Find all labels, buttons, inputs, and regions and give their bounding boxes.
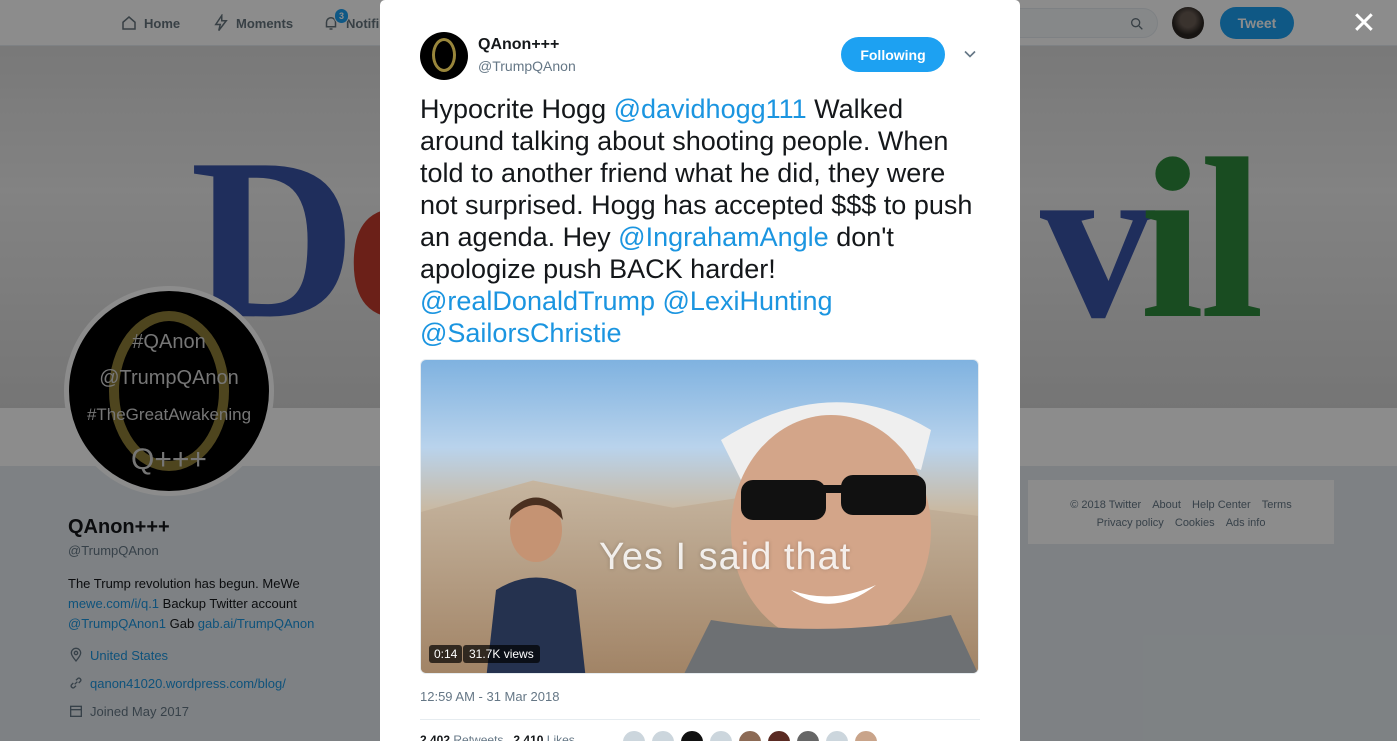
mention-link[interactable]: @realDonaldTrump xyxy=(420,286,655,316)
video-player[interactable]: Yes I said that 0:14 31.7K views xyxy=(420,359,979,674)
avatar[interactable] xyxy=(680,730,704,741)
q-logo-icon xyxy=(432,38,456,72)
avatar[interactable] xyxy=(622,730,646,741)
avatar[interactable] xyxy=(651,730,675,741)
tweet-author-handle[interactable]: @TrumpQAnon xyxy=(478,58,576,74)
tweet-author-name[interactable]: QAnon+++ xyxy=(478,36,559,54)
tweet-modal: QAnon+++ @TrumpQAnon Following Hypocrite… xyxy=(380,0,1020,741)
retweet-count[interactable]: 2,402 xyxy=(420,733,450,741)
video-views: 31.7K views xyxy=(463,645,540,663)
mention-link[interactable]: @LexiHunting xyxy=(663,286,833,316)
mention-link[interactable]: @SailorsChristie xyxy=(420,318,621,348)
tweet-author-avatar[interactable] xyxy=(420,32,468,80)
video-duration: 0:14 xyxy=(429,645,463,663)
avatar[interactable] xyxy=(796,730,820,741)
retweet-label: Retweets xyxy=(453,733,504,741)
avatar[interactable] xyxy=(709,730,733,741)
avatar[interactable] xyxy=(767,730,791,741)
like-count[interactable]: 2,410 xyxy=(513,733,543,741)
tweet-stats: 2,402 Retweets 2,410 Likes xyxy=(420,733,575,741)
chevron-down-icon[interactable] xyxy=(960,44,980,64)
video-person xyxy=(684,402,978,673)
avatar[interactable] xyxy=(854,730,878,741)
tweet-text-part xyxy=(655,286,663,316)
following-button[interactable]: Following xyxy=(841,37,945,72)
like-label: Likes xyxy=(546,733,575,741)
tweet-text: Hypocrite Hogg @davidhogg111 Walked arou… xyxy=(420,93,990,349)
likers-avatars xyxy=(622,730,878,741)
video-caption: Yes I said that xyxy=(599,536,852,578)
tweet-timestamp[interactable]: 12:59 AM - 31 Mar 2018 xyxy=(420,689,559,704)
mention-link[interactable]: @davidhogg111 xyxy=(614,94,807,124)
avatar[interactable] xyxy=(738,730,762,741)
avatar[interactable] xyxy=(825,730,849,741)
close-icon[interactable]: ✕ xyxy=(1350,9,1378,39)
divider xyxy=(420,719,980,720)
mention-link[interactable]: @IngrahamAngle xyxy=(618,222,829,252)
tweet-text-part: Hypocrite Hogg xyxy=(420,94,614,124)
